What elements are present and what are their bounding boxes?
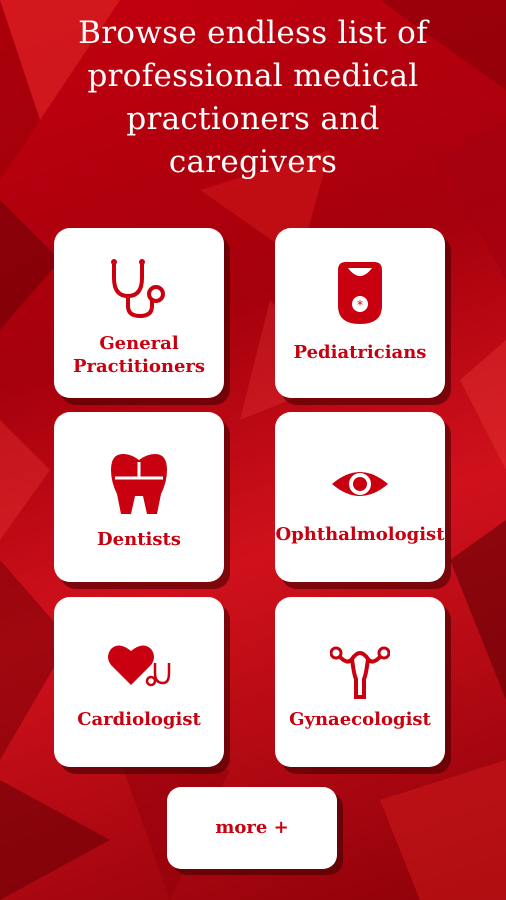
category-card-cardiologist[interactable]: Cardiologist (54, 597, 224, 767)
category-label-ophthalmologist: Ophthalmologist (275, 524, 445, 545)
svg-text:*: * (357, 298, 363, 312)
tooth-icon (109, 452, 169, 522)
category-card-pediatricians[interactable]: * Pediatricians (275, 228, 445, 398)
stethoscope-icon (104, 256, 174, 326)
title-line-2: professional medical (87, 58, 419, 94)
uterus-icon (329, 643, 391, 703)
more-button[interactable]: more + (167, 787, 337, 869)
category-card-dentists[interactable]: Dentists (54, 412, 224, 582)
category-card-ophthalmologist[interactable]: Ophthalmologist (275, 412, 445, 582)
category-label-general-practitioners: General Practitioners (72, 333, 206, 377)
title-line-3: practioners and (126, 101, 380, 137)
category-label-cardiologist: Cardiologist (77, 709, 201, 730)
category-card-gynaecologist[interactable]: Gynaecologist (275, 597, 445, 767)
title-line-1: Browse endless list of (78, 15, 428, 51)
page-title: Browse endless list of professional medi… (0, 12, 506, 184)
heart-stethoscope-icon (107, 641, 171, 695)
category-label-pediatricians: Pediatricians (293, 342, 427, 363)
baby-bib-icon: * (330, 262, 390, 332)
category-label-gynaecologist: Gynaecologist (289, 709, 431, 730)
category-label-dentists: Dentists (97, 529, 181, 550)
eye-icon (330, 466, 390, 506)
title-line-4: caregivers (168, 144, 338, 180)
category-card-general-practitioners[interactable]: General Practitioners (54, 228, 224, 398)
